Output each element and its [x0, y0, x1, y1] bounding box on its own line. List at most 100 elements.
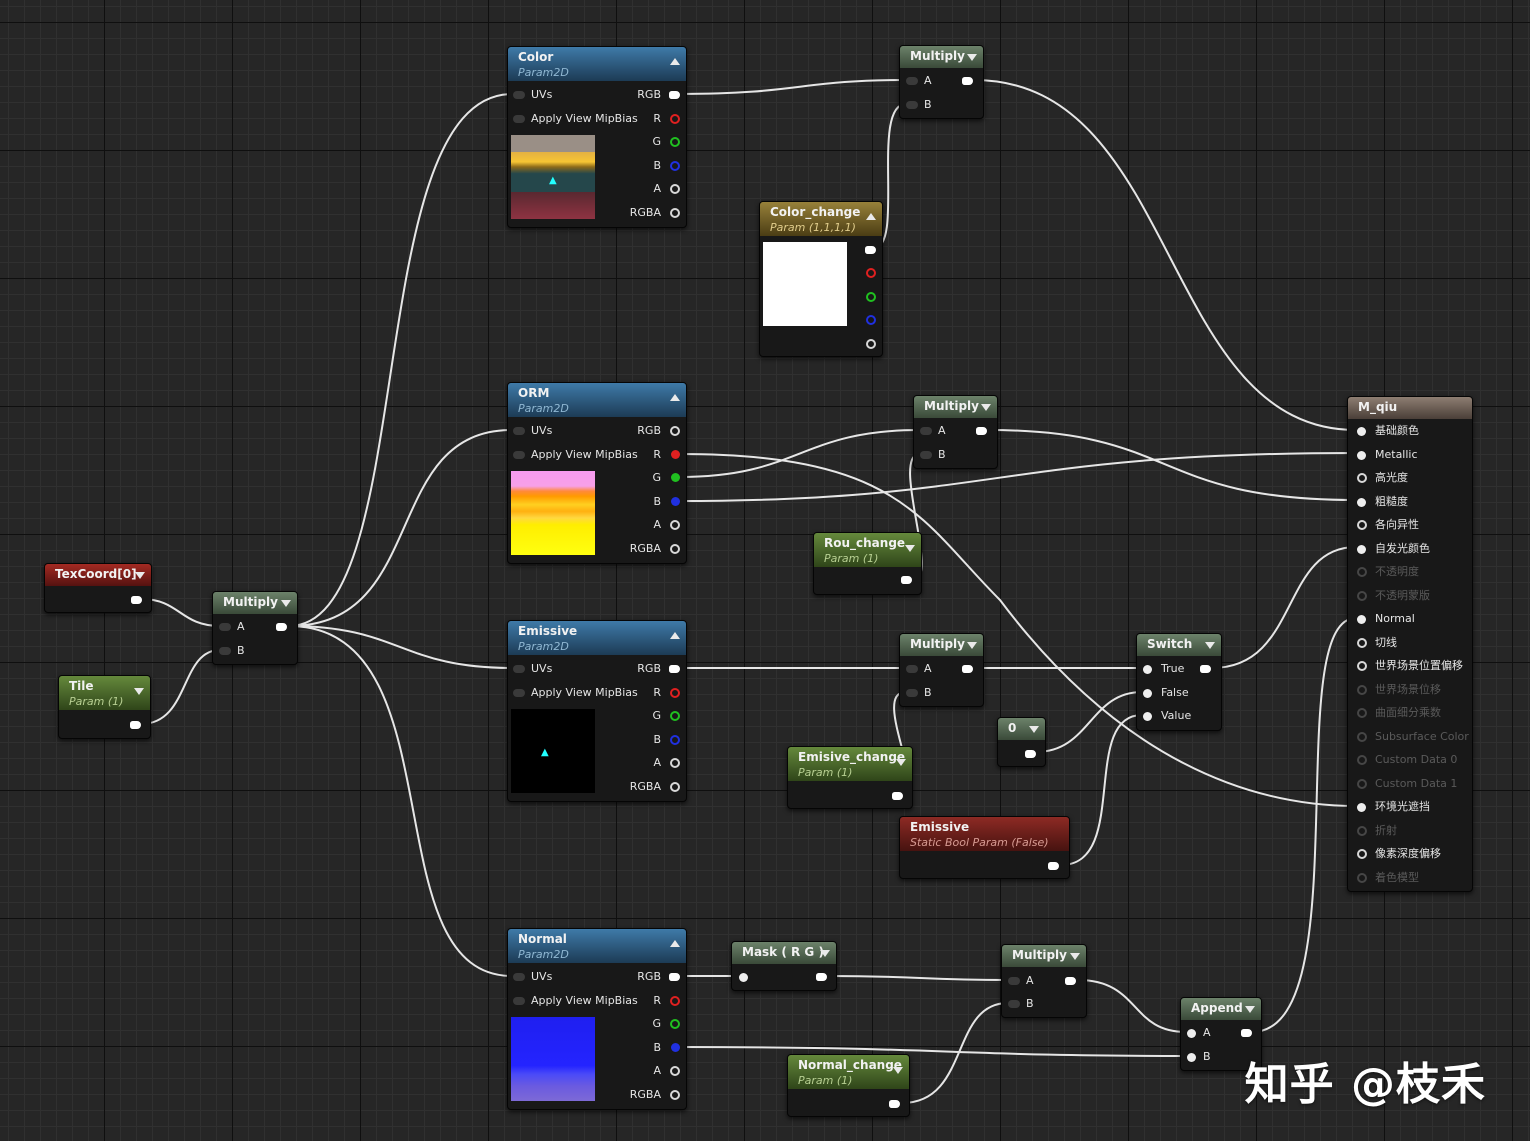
input-pin-uvs[interactable]	[513, 973, 525, 981]
output-pin-a[interactable]	[670, 758, 680, 768]
color-change-param-node[interactable]: Color_change Param (1,1,1,1)	[759, 201, 883, 357]
output-pin[interactable]	[1065, 977, 1076, 985]
collapse-arrow-icon[interactable]	[134, 688, 144, 695]
material-input-pin[interactable]	[1357, 473, 1367, 483]
collapse-arrow-icon[interactable]	[670, 632, 680, 639]
material-input-pin[interactable]	[1357, 778, 1367, 789]
switch-node[interactable]: Switch True False Value	[1136, 633, 1222, 731]
collapse-arrow-icon[interactable]	[135, 572, 145, 579]
multiply-normal-node[interactable]: Multiply A B	[1001, 944, 1087, 1018]
material-input-pin[interactable]	[1357, 427, 1366, 436]
texcoord-node[interactable]: TexCoord[0]	[44, 563, 152, 613]
collapse-arrow-icon[interactable]	[1205, 642, 1215, 649]
constant-zero-node[interactable]: 0	[997, 717, 1046, 767]
normal-texture-node[interactable]: Normal Param2D UVs Apply View MipBias RG…	[507, 928, 687, 1110]
material-input-pin[interactable]	[1357, 755, 1367, 765]
collapse-arrow-icon[interactable]	[1029, 726, 1039, 733]
material-input-pin[interactable]	[1357, 849, 1367, 859]
output-pin-b[interactable]	[670, 735, 680, 745]
input-pin-a[interactable]	[906, 77, 918, 85]
output-pin-a[interactable]	[670, 184, 680, 194]
multiply-uv-node[interactable]: Multiply A B	[212, 591, 298, 665]
output-pin-r[interactable]	[670, 114, 680, 124]
output-pin[interactable]	[1241, 1029, 1252, 1037]
material-input-pin[interactable]	[1357, 567, 1367, 577]
material-input-pin[interactable]	[1357, 872, 1367, 883]
output-pin[interactable]	[901, 576, 912, 584]
output-pin-rgb[interactable]	[670, 426, 680, 436]
input-pin[interactable]	[739, 973, 748, 982]
output-pin-g[interactable]	[670, 137, 680, 147]
input-pin-mipbias[interactable]	[513, 115, 525, 123]
output-pin[interactable]	[962, 665, 973, 673]
output-pin-r[interactable]	[670, 996, 680, 1006]
material-output-node[interactable]: M_qiu 基础颜色 Metallic 高光度 粗糙度 各向异性 自发光颜色 不透明度 不透明…	[1347, 396, 1473, 892]
input-pin-uvs[interactable]	[513, 665, 525, 673]
input-pin-mipbias[interactable]	[513, 689, 525, 697]
output-pin[interactable]	[892, 792, 903, 800]
collapse-arrow-icon[interactable]	[670, 940, 680, 947]
output-pin[interactable]	[131, 596, 142, 604]
input-pin-a[interactable]	[906, 665, 918, 673]
tile-param-node[interactable]: Tile Param (1)	[58, 675, 151, 739]
output-pin-g[interactable]	[670, 711, 680, 721]
output-pin[interactable]	[962, 77, 973, 85]
input-pin-a[interactable]	[219, 623, 231, 631]
input-pin-b[interactable]	[920, 451, 932, 459]
emisive-change-param-node[interactable]: Emisive_change Param (1)	[787, 746, 913, 809]
collapse-arrow-icon[interactable]	[905, 545, 915, 552]
emissive-static-bool-node[interactable]: Emissive Static Bool Param (False)	[899, 816, 1070, 879]
output-pin[interactable]	[889, 1100, 900, 1108]
output-pin-g[interactable]	[866, 292, 876, 302]
color-texture-node[interactable]: Color Param2D UVs Apply View MipBias ▲ R…	[507, 46, 687, 228]
output-pin[interactable]	[276, 623, 287, 631]
output-pin-r[interactable]	[670, 688, 680, 698]
output-pin-g[interactable]	[670, 1019, 680, 1029]
input-pin-false[interactable]	[1143, 689, 1152, 698]
output-pin-b[interactable]	[866, 315, 876, 325]
multiply-color-node[interactable]: Multiply A B	[899, 45, 984, 119]
material-input-pin[interactable]	[1357, 497, 1366, 507]
input-pin-b[interactable]	[1187, 1053, 1196, 1062]
collapse-arrow-icon[interactable]	[967, 54, 977, 61]
output-pin-r[interactable]	[671, 450, 680, 459]
material-input-pin[interactable]	[1357, 615, 1366, 624]
input-pin-a[interactable]	[1187, 1029, 1196, 1038]
input-pin-a[interactable]	[1008, 977, 1020, 985]
output-pin-rgba[interactable]	[670, 208, 680, 218]
input-pin-true[interactable]	[1143, 665, 1152, 674]
output-pin-b[interactable]	[671, 1043, 680, 1052]
collapse-arrow-icon[interactable]	[981, 404, 991, 411]
output-pin-rgb[interactable]	[865, 246, 876, 254]
output-pin[interactable]	[130, 721, 141, 729]
orm-texture-node[interactable]: ORM Param2D UVs Apply View MipBias RGB R…	[507, 382, 687, 564]
output-pin-rgba[interactable]	[670, 782, 680, 792]
output-pin[interactable]	[976, 427, 987, 435]
material-input-pin[interactable]	[1357, 803, 1366, 812]
multiply-roughness-node[interactable]: Multiply A B	[913, 395, 998, 469]
output-pin[interactable]	[1025, 750, 1036, 758]
output-pin-a[interactable]	[670, 520, 680, 530]
input-pin-mipbias[interactable]	[513, 451, 525, 459]
input-pin-b[interactable]	[906, 689, 918, 697]
normal-change-param-node[interactable]: Normal_change Param (1)	[787, 1054, 910, 1117]
input-pin-uvs[interactable]	[513, 91, 525, 99]
output-pin-b[interactable]	[671, 497, 680, 506]
material-input-pin[interactable]	[1357, 520, 1367, 530]
output-pin-rgba[interactable]	[670, 544, 680, 554]
material-input-pin[interactable]	[1357, 825, 1367, 836]
collapse-arrow-icon[interactable]	[1245, 1006, 1255, 1013]
output-pin-rgb[interactable]	[669, 973, 680, 981]
input-pin-b[interactable]	[906, 101, 918, 109]
input-pin-mipbias[interactable]	[513, 997, 525, 1005]
input-pin-value[interactable]	[1143, 712, 1152, 721]
input-pin-b[interactable]	[219, 647, 231, 655]
material-input-pin[interactable]	[1357, 590, 1367, 601]
output-pin-b[interactable]	[670, 161, 680, 171]
collapse-arrow-icon[interactable]	[896, 759, 906, 766]
collapse-arrow-icon[interactable]	[281, 600, 291, 607]
collapse-arrow-icon[interactable]	[820, 950, 830, 957]
output-pin[interactable]	[816, 973, 827, 981]
collapse-arrow-icon[interactable]	[670, 58, 680, 65]
collapse-arrow-icon[interactable]	[967, 642, 977, 649]
